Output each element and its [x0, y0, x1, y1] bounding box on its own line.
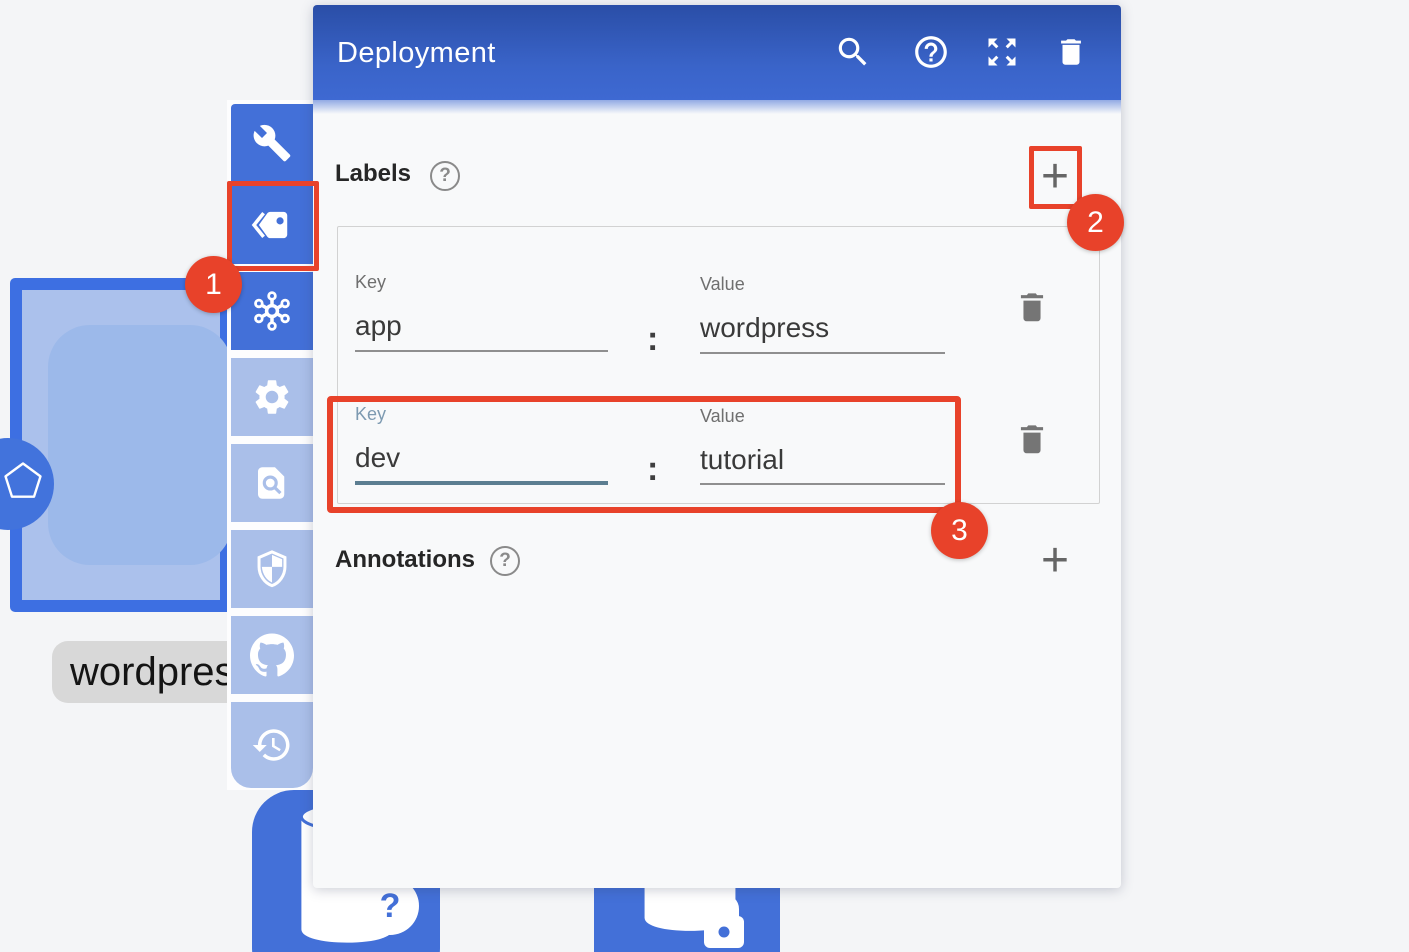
toolbar-build-button[interactable]: [231, 104, 313, 182]
history-icon: [251, 724, 293, 766]
gear-icon: [251, 376, 293, 418]
key-input-underline: [355, 350, 608, 352]
expand-button[interactable]: [980, 30, 1024, 74]
toolbar-security-button[interactable]: [231, 530, 313, 608]
delete-label-row-button[interactable]: [1013, 288, 1051, 326]
value-label: Value: [700, 274, 745, 295]
wrench-icon: [252, 123, 292, 163]
colon-separator: :: [647, 322, 658, 356]
panel-header-shadow: [313, 100, 1121, 114]
step-1-badge: 1: [185, 256, 242, 313]
help-button[interactable]: [909, 30, 953, 74]
toolbar-cluster-button[interactable]: [231, 272, 313, 350]
expand-icon: [984, 34, 1020, 70]
highlight-box-label-row: [327, 396, 961, 513]
hub-icon: [251, 290, 293, 332]
toolbar-github-button[interactable]: [231, 616, 313, 694]
delete-resource-button[interactable]: [1049, 30, 1093, 74]
search-button[interactable]: [831, 30, 875, 74]
deployment-node-body: [48, 325, 232, 565]
lock-icon: [696, 892, 752, 952]
key-label: Key: [355, 272, 386, 293]
highlight-box-add-label: [1029, 146, 1082, 209]
step-3-badge: 3: [931, 502, 988, 559]
shield-icon: [251, 548, 293, 590]
document-search-icon: [251, 462, 293, 504]
app-canvas: wordpress ?: [0, 0, 1409, 952]
add-annotation-button[interactable]: +: [1032, 539, 1078, 585]
labels-help-icon[interactable]: ?: [430, 161, 460, 191]
toolbar-inspect-button[interactable]: [231, 444, 313, 522]
value-input-underline: [700, 352, 945, 354]
highlight-box-labels-tool: [227, 181, 319, 271]
trash-icon: [1054, 35, 1088, 69]
delete-label-row-button[interactable]: [1013, 420, 1051, 458]
help-icon: [912, 33, 950, 71]
panel-title: Deployment: [337, 37, 496, 70]
github-icon: [250, 633, 294, 677]
toolbar-settings-button[interactable]: [231, 358, 313, 436]
key-input[interactable]: app: [355, 310, 402, 342]
toolbar-history-button[interactable]: [231, 702, 313, 788]
search-icon: [834, 33, 872, 71]
labels-section-title: Labels: [335, 160, 411, 188]
annotations-section-title: Annotations: [335, 546, 475, 574]
step-2-badge: 2: [1067, 194, 1124, 251]
pod-pentagon-icon: [0, 456, 46, 506]
annotations-help-icon[interactable]: ?: [490, 546, 520, 576]
value-input[interactable]: wordpress: [700, 312, 829, 344]
